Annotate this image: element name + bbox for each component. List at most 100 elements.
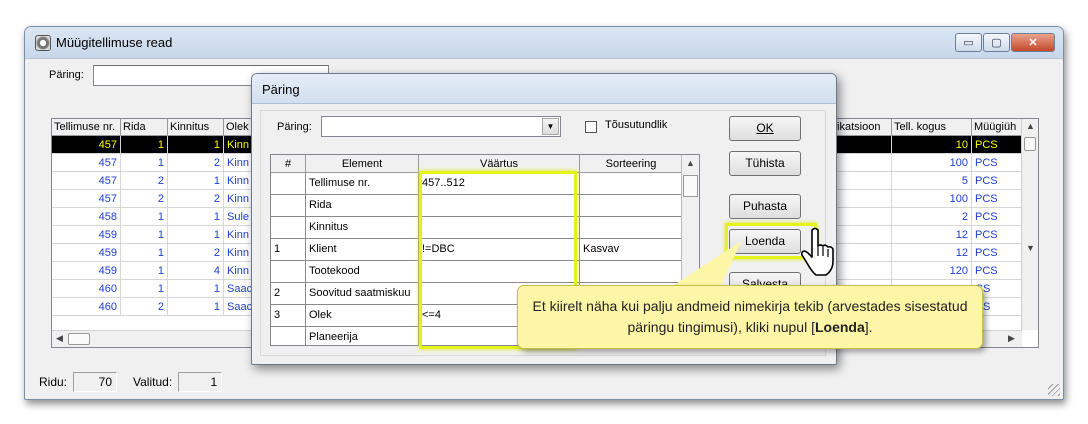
criteria-value-cell[interactable]: !=DBC bbox=[419, 239, 580, 261]
criteria-value-cell[interactable] bbox=[419, 217, 580, 239]
criteria-sorting-cell[interactable] bbox=[580, 195, 683, 217]
criteria-row[interactable]: Tootekood bbox=[271, 261, 683, 283]
cell-line[interactable]: 2 bbox=[121, 190, 168, 208]
scroll-up-icon[interactable]: ▲ bbox=[1026, 121, 1035, 131]
criteria-number-cell[interactable] bbox=[271, 173, 306, 195]
cell-line[interactable]: 1 bbox=[121, 262, 168, 280]
cell-line[interactable]: 1 bbox=[121, 226, 168, 244]
criteria-scroll-thumb[interactable] bbox=[683, 175, 698, 197]
cell-sales-unit[interactable]: PCS bbox=[972, 190, 1023, 208]
cell-order-nr[interactable]: 459 bbox=[52, 226, 121, 244]
criteria-number-cell[interactable] bbox=[271, 195, 306, 217]
cell-confirmation[interactable]: 1 bbox=[168, 226, 224, 244]
criteria-element-cell[interactable]: Soovitud saatmiskuu bbox=[306, 283, 419, 305]
cell-order-nr[interactable]: 458 bbox=[52, 208, 121, 226]
col-header-ordered-qty[interactable]: Tell. kogus bbox=[892, 119, 972, 136]
cell-sales-unit[interactable]: PCS bbox=[972, 208, 1023, 226]
cell-ordered-qty[interactable]: 100 bbox=[892, 154, 972, 172]
resize-grip-icon[interactable] bbox=[1048, 384, 1060, 396]
cell-sales-unit[interactable]: PCS bbox=[972, 172, 1023, 190]
cell-confirmation[interactable]: 2 bbox=[168, 190, 224, 208]
grid-vertical-scroll-thumb[interactable] bbox=[1024, 137, 1036, 151]
cell-confirmation[interactable]: 1 bbox=[168, 136, 224, 154]
criteria-row[interactable]: Tellimuse nr. 457..512 bbox=[271, 173, 683, 195]
cell-state[interactable]: Kinn bbox=[224, 190, 252, 208]
criteria-number-cell[interactable] bbox=[271, 217, 306, 239]
criteria-sorting-cell[interactable] bbox=[580, 217, 683, 239]
col-header-number[interactable]: # bbox=[271, 155, 306, 173]
cell-specification[interactable] bbox=[832, 226, 892, 244]
grid-vertical-scrollbar[interactable]: ▲ ▼ bbox=[1021, 119, 1038, 330]
col-header-sales-unit[interactable]: Müügiüh bbox=[972, 119, 1023, 136]
criteria-element-cell[interactable]: Tootekood bbox=[306, 261, 419, 283]
cell-sales-unit[interactable]: PCS bbox=[972, 154, 1023, 172]
criteria-value-cell[interactable] bbox=[419, 261, 580, 283]
criteria-number-cell[interactable] bbox=[271, 261, 306, 283]
cell-line[interactable]: 1 bbox=[121, 154, 168, 172]
cell-state[interactable]: Saac bbox=[224, 280, 252, 298]
cell-state[interactable]: Kinn bbox=[224, 244, 252, 262]
cell-confirmation[interactable]: 1 bbox=[168, 298, 224, 316]
cell-order-nr[interactable]: 460 bbox=[52, 280, 121, 298]
cell-line[interactable]: 1 bbox=[121, 208, 168, 226]
cell-ordered-qty[interactable]: 100 bbox=[892, 190, 972, 208]
close-button[interactable]: ✕ bbox=[1011, 33, 1055, 52]
cell-specification[interactable] bbox=[832, 208, 892, 226]
criteria-element-cell[interactable]: Rida bbox=[306, 195, 419, 217]
criteria-element-cell[interactable]: Klient bbox=[306, 239, 419, 261]
cell-sales-unit[interactable]: PCS bbox=[972, 244, 1023, 262]
cell-order-nr[interactable]: 457 bbox=[52, 154, 121, 172]
criteria-row[interactable]: 1 Klient !=DBC Kasvav bbox=[271, 239, 683, 261]
col-header-value[interactable]: Väärtus bbox=[419, 155, 580, 173]
criteria-row[interactable]: Rida bbox=[271, 195, 683, 217]
cancel-button[interactable]: Tühista bbox=[729, 151, 801, 176]
criteria-value-cell[interactable] bbox=[419, 195, 580, 217]
criteria-number-cell[interactable] bbox=[271, 327, 306, 345]
chevron-down-icon[interactable]: ▼ bbox=[542, 118, 559, 135]
cell-specification[interactable] bbox=[832, 136, 892, 154]
grid-horizontal-scroll-thumb[interactable] bbox=[68, 333, 90, 345]
cell-specification[interactable] bbox=[832, 262, 892, 280]
cell-state[interactable]: Sule bbox=[224, 208, 252, 226]
criteria-value-cell[interactable]: 457..512 bbox=[419, 173, 580, 195]
col-header-line[interactable]: Rida bbox=[121, 119, 168, 136]
criteria-element-cell[interactable]: Planeerija bbox=[306, 327, 419, 345]
minimize-button[interactable]: ▭ bbox=[955, 33, 982, 52]
maximize-button[interactable]: ▢ bbox=[983, 33, 1010, 52]
cell-specification[interactable] bbox=[832, 190, 892, 208]
scroll-right-icon[interactable]: ▶ bbox=[1008, 333, 1015, 344]
col-header-sorting[interactable]: Sorteering bbox=[580, 155, 683, 173]
cell-state[interactable]: Kinn bbox=[224, 154, 252, 172]
cell-sales-unit[interactable]: PCS bbox=[972, 262, 1023, 280]
dialog-title-bar[interactable]: Päring bbox=[252, 74, 836, 104]
criteria-row[interactable]: Kinnitus bbox=[271, 217, 683, 239]
cell-state[interactable]: Kinn bbox=[224, 136, 252, 154]
cell-order-nr[interactable]: 457 bbox=[52, 172, 121, 190]
cell-order-nr[interactable]: 460 bbox=[52, 298, 121, 316]
cell-order-nr[interactable]: 459 bbox=[52, 244, 121, 262]
clear-button[interactable]: Puhasta bbox=[729, 194, 801, 219]
criteria-sorting-cell[interactable] bbox=[580, 261, 683, 283]
cell-line[interactable]: 1 bbox=[121, 136, 168, 154]
cell-order-nr[interactable]: 457 bbox=[52, 136, 121, 154]
cell-confirmation[interactable]: 1 bbox=[168, 280, 224, 298]
cell-confirmation[interactable]: 1 bbox=[168, 172, 224, 190]
cell-ordered-qty[interactable]: 12 bbox=[892, 244, 972, 262]
col-header-order-nr[interactable]: Tellimuse nr. bbox=[52, 119, 121, 136]
cell-specification[interactable] bbox=[832, 244, 892, 262]
cell-ordered-qty[interactable]: 2 bbox=[892, 208, 972, 226]
cell-line[interactable]: 2 bbox=[121, 172, 168, 190]
criteria-sorting-cell[interactable]: Kasvav bbox=[580, 239, 683, 261]
cell-confirmation[interactable]: 2 bbox=[168, 154, 224, 172]
cell-order-nr[interactable]: 459 bbox=[52, 262, 121, 280]
scroll-left-icon[interactable]: ◀ bbox=[56, 333, 63, 344]
col-header-confirmation[interactable]: Kinnitus bbox=[168, 119, 224, 136]
cell-sales-unit[interactable]: PCS bbox=[972, 136, 1023, 154]
cell-order-nr[interactable]: 457 bbox=[52, 190, 121, 208]
criteria-number-cell[interactable]: 1 bbox=[271, 239, 306, 261]
criteria-element-cell[interactable]: Tellimuse nr. bbox=[306, 173, 419, 195]
cell-ordered-qty[interactable]: 5 bbox=[892, 172, 972, 190]
cell-state[interactable]: Kinn bbox=[224, 226, 252, 244]
criteria-number-cell[interactable]: 2 bbox=[271, 283, 306, 305]
cell-specification[interactable] bbox=[832, 172, 892, 190]
